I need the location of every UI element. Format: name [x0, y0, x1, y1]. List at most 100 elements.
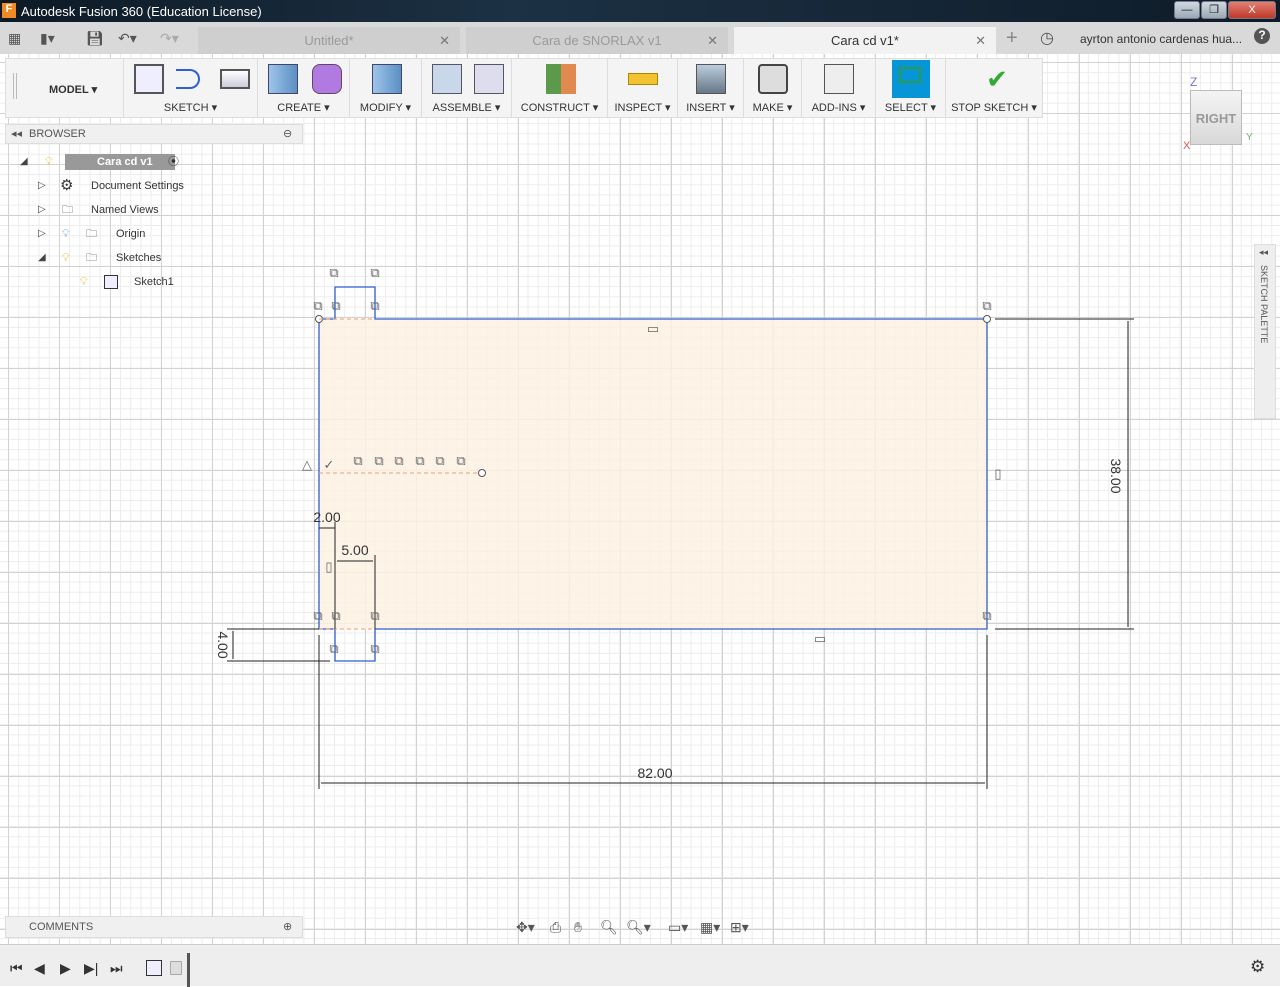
go-to-start-icon[interactable]: ⏮: [10, 960, 23, 977]
scripts-icon[interactable]: [824, 64, 854, 94]
press-pull-icon[interactable]: [372, 64, 402, 94]
dimension-offset-label[interactable]: 2.00: [313, 509, 340, 525]
orbit-icon[interactable]: ✥▾: [516, 919, 535, 936]
tab-label: Cara de SNORLAX v1: [532, 33, 662, 48]
assemble-group[interactable]: ASSEMBLE ▾: [422, 59, 512, 117]
new-tab-plus-icon[interactable]: +: [1006, 27, 1018, 50]
create-group[interactable]: CREATE ▾: [258, 59, 350, 117]
form-icon[interactable]: [312, 64, 342, 94]
view-cube-face[interactable]: RIGHT: [1196, 111, 1236, 126]
fit-icon[interactable]: 🔍︎▾: [626, 919, 651, 936]
tree-label: Document Settings: [91, 180, 184, 192]
minimize-button[interactable]: —: [1174, 1, 1200, 19]
dimension-width-label[interactable]: 82.00: [637, 765, 672, 781]
dimension-tab-width-label[interactable]: 5.00: [341, 542, 368, 558]
redo-icon[interactable]: ↷▾: [160, 30, 179, 47]
zoom-icon[interactable]: 🔍︎: [600, 919, 618, 936]
close-button[interactable]: X: [1228, 1, 1276, 19]
close-tab-icon[interactable]: ✕: [439, 27, 450, 54]
sketch-point[interactable]: [478, 469, 486, 477]
collapse-icon[interactable]: ◂◂: [11, 125, 22, 143]
lightbulb-icon[interactable]: 💡︎: [62, 248, 70, 268]
stop-sketch-check-icon[interactable]: ✔: [982, 64, 1012, 94]
browser-panel-header[interactable]: ◂◂ BROWSER ⊖: [5, 124, 303, 144]
undo-icon[interactable]: ↶▾: [118, 30, 137, 47]
expanded-triangle-icon[interactable]: ◢: [38, 248, 46, 268]
arc-icon[interactable]: [176, 69, 200, 89]
group-label: INSPECT ▾: [614, 102, 671, 114]
close-tab-icon[interactable]: ✕: [707, 27, 718, 54]
joint-icon[interactable]: [474, 64, 504, 94]
group-label: CONSTRUCT ▾: [520, 102, 599, 114]
play-icon[interactable]: ▶: [60, 960, 71, 977]
lightbulb-icon[interactable]: 💡︎: [45, 152, 53, 172]
dimension-height-label[interactable]: 38.00: [1108, 458, 1124, 493]
inspect-group[interactable]: INSPECT ▾: [608, 59, 678, 117]
sketch-group[interactable]: SKETCH ▾: [124, 59, 258, 117]
collapsed-triangle-icon[interactable]: ▷: [38, 200, 46, 220]
3d-print-icon[interactable]: [758, 64, 788, 94]
construct-group[interactable]: CONSTRUCT ▾: [512, 59, 608, 117]
select-icon[interactable]: [892, 60, 930, 98]
timeline-marker[interactable]: [187, 953, 190, 987]
comments-panel-header[interactable]: COMMENTS ⊕: [5, 916, 303, 938]
grid-settings-icon[interactable]: ▦▾: [700, 919, 720, 936]
timeline-settings-gear-icon[interactable]: ⚙: [1250, 957, 1265, 977]
timeline: ⏮ ◀ ▶ ▶| ⏭ ⚙: [0, 944, 1280, 987]
active-radio-icon[interactable]: ⦿: [168, 152, 179, 172]
timeline-feature[interactable]: [170, 961, 182, 975]
workspace-switcher[interactable]: MODEL ▾: [20, 59, 124, 117]
file-menu-icon[interactable]: ▮▾: [40, 30, 55, 47]
sketch-profile-fill[interactable]: [319, 319, 987, 629]
create-sketch-icon[interactable]: [134, 64, 164, 94]
sketch-point[interactable]: [983, 315, 991, 323]
timeline-sketch-feature[interactable]: [146, 960, 162, 976]
lightbulb-off-icon[interactable]: 💡︎: [62, 224, 70, 244]
tab-cara-cd[interactable]: Cara cd v1* ✕: [734, 27, 996, 54]
viewports-icon[interactable]: ⊞▾: [730, 919, 749, 936]
window-title: Autodesk Fusion 360 (Education License): [21, 4, 262, 19]
step-forward-icon[interactable]: ▶|: [84, 960, 98, 977]
add-comment-icon[interactable]: ⊕: [283, 917, 292, 937]
svg-text:▯: ▯: [994, 466, 1001, 481]
user-account[interactable]: ayrton antonio cardenas hua...: [1080, 32, 1242, 46]
restore-button[interactable]: ❐: [1201, 1, 1227, 19]
look-at-icon[interactable]: ⎙: [550, 919, 561, 936]
display-settings-icon[interactable]: ▭▾: [668, 919, 688, 936]
measure-icon[interactable]: [628, 73, 658, 85]
tab-untitled[interactable]: Untitled* ✕: [198, 27, 460, 54]
step-back-icon[interactable]: ◀: [34, 960, 45, 977]
save-icon[interactable]: 💾︎: [86, 30, 104, 47]
help-icon[interactable]: ?: [1254, 28, 1270, 44]
close-tab-icon[interactable]: ✕: [975, 27, 986, 54]
collapsed-triangle-icon[interactable]: ▷: [38, 176, 46, 196]
make-group[interactable]: MAKE ▾: [744, 59, 802, 117]
svg-text:⧉: ⧉: [329, 265, 338, 280]
extrude-icon[interactable]: [268, 64, 298, 94]
add-ins-group[interactable]: ADD-INS ▾: [802, 59, 876, 117]
folder-icon: 🗀︎: [86, 252, 97, 264]
toolbar-grip[interactable]: [13, 73, 17, 99]
expanded-triangle-icon[interactable]: ◢: [20, 152, 28, 172]
minus-icon[interactable]: ⊖: [283, 125, 292, 143]
dimension-tab-height[interactable]: [227, 628, 330, 662]
stop-sketch-group[interactable]: ✔ STOP SKETCH ▾: [946, 59, 1042, 117]
offset-plane-icon[interactable]: [546, 64, 576, 94]
expand-icon[interactable]: ◂◂: [1259, 247, 1268, 258]
pan-hand-icon[interactable]: ✋︎: [574, 919, 582, 936]
job-status-clock-icon[interactable]: ◷: [1040, 28, 1054, 48]
sketch-palette-tab[interactable]: ◂◂ SKETCH PALETTE: [1254, 244, 1276, 419]
modify-group[interactable]: MODIFY ▾: [350, 59, 422, 117]
rectangle-icon[interactable]: [220, 69, 250, 89]
select-group[interactable]: SELECT ▾: [876, 59, 946, 117]
collapsed-triangle-icon[interactable]: ▷: [38, 224, 46, 244]
apps-grid-icon[interactable]: ▦: [8, 30, 21, 47]
new-component-icon[interactable]: [432, 64, 462, 94]
view-cube[interactable]: RIGHT: [1190, 90, 1242, 145]
insert-image-icon[interactable]: [696, 64, 726, 94]
insert-group[interactable]: INSERT ▾: [678, 59, 744, 117]
go-to-end-icon[interactable]: ⏭: [110, 960, 123, 977]
dimension-tab-height-label[interactable]: 4.00: [215, 631, 231, 658]
tab-cara-de-snorlax[interactable]: Cara de SNORLAX v1 ✕: [466, 27, 728, 54]
lightbulb-icon[interactable]: 💡︎: [80, 272, 88, 292]
